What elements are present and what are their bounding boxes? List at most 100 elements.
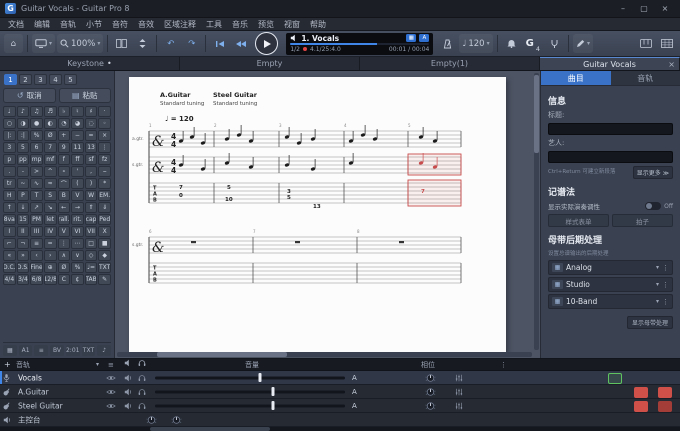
letter-view-badge[interactable]: A: [419, 34, 429, 42]
palette-symbol[interactable]: ◌: [85, 118, 98, 129]
track-row[interactable]: A.GuitarA: [0, 385, 680, 399]
palette-symbol[interactable]: EM.: [98, 190, 111, 201]
show-mastering-button[interactable]: 显示母带处理: [627, 316, 673, 329]
palette-symbol[interactable]: ⋮: [98, 142, 111, 153]
mixer-scroll-thumb[interactable]: [150, 427, 270, 431]
palette-symbol[interactable]: ↘: [44, 202, 57, 213]
redo-button[interactable]: ↷: [182, 34, 201, 53]
score-canvas[interactable]: A.GuitarStandard tuningSteel GuitarStand…: [129, 77, 506, 352]
mute-speaker-icon[interactable]: [124, 402, 132, 410]
palette-symbol[interactable]: fz: [98, 154, 111, 165]
more-options-icon[interactable]: ⋮: [662, 281, 669, 289]
voice-button[interactable]: 1: [4, 74, 17, 85]
palette-symbol[interactable]: ○: [3, 118, 16, 129]
palette-symbol[interactable]: ⌐: [3, 238, 16, 249]
list-icon[interactable]: ≡: [108, 359, 114, 371]
more-options-icon[interactable]: ⋮: [662, 264, 669, 272]
palette-symbol[interactable]: TXT: [98, 262, 111, 273]
palette-symbol[interactable]: □: [85, 238, 98, 249]
pan-knob[interactable]: [424, 372, 437, 383]
master-knob-1[interactable]: [145, 414, 158, 425]
play-button[interactable]: [255, 32, 278, 55]
mastering-preset-row[interactable]: ▦Studio▾⋮: [548, 277, 673, 292]
title-input[interactable]: [548, 123, 673, 135]
palette-symbol[interactable]: D.S.: [17, 262, 30, 273]
edit-mode-button[interactable]: ▾: [573, 34, 593, 53]
palette-symbol[interactable]: *: [98, 178, 111, 189]
palette-symbol[interactable]: 8va: [3, 214, 16, 225]
palette-symbol[interactable]: ): [85, 178, 98, 189]
palette-tab[interactable]: A1: [19, 345, 33, 356]
chevron-down-icon[interactable]: ▾: [656, 264, 659, 271]
score-horizontal-scrollbar[interactable]: [117, 352, 532, 357]
palette-symbol[interactable]: ↗: [30, 202, 43, 213]
beats-button[interactable]: 拍子: [612, 214, 673, 227]
palette-symbol[interactable]: ›: [44, 250, 57, 261]
palette-tab[interactable]: ▦: [3, 345, 17, 356]
menu-item[interactable]: 音轨: [55, 18, 81, 31]
palette-symbol[interactable]: ~: [17, 178, 30, 189]
palette-symbol[interactable]: ↓: [17, 202, 30, 213]
palette-symbol[interactable]: 12/8: [44, 274, 57, 285]
palette-symbol[interactable]: II: [17, 226, 30, 237]
mixer-scrollbar[interactable]: [0, 427, 680, 431]
palette-symbol[interactable]: ◐: [44, 118, 57, 129]
palette-symbol[interactable]: ♩=: [85, 262, 98, 273]
scroll-direction-button[interactable]: [133, 34, 152, 53]
palette-symbol[interactable]: ◦: [98, 118, 111, 129]
palette-symbol[interactable]: .: [3, 166, 16, 177]
palette-symbol[interactable]: sf: [85, 154, 98, 165]
page-layout-button[interactable]: [112, 34, 131, 53]
automation-badge[interactable]: A: [352, 374, 357, 382]
palette-symbol[interactable]: ♬: [44, 106, 57, 117]
palette-symbol[interactable]: ‹: [30, 250, 43, 261]
vertical-scroll-thumb[interactable]: [534, 75, 539, 153]
palette-symbol[interactable]: ⊕: [44, 262, 57, 273]
palette-symbol[interactable]: =: [44, 238, 57, 249]
volume-slider-handle[interactable]: [271, 387, 274, 396]
palette-symbol[interactable]: ←: [58, 202, 71, 213]
palette-symbol[interactable]: 7: [44, 142, 57, 153]
palette-symbol[interactable]: 15: [17, 214, 30, 225]
palette-symbol[interactable]: V: [71, 190, 84, 201]
palette-tab[interactable]: ♪: [97, 345, 111, 356]
palette-symbol[interactable]: ↑: [3, 202, 16, 213]
menu-item[interactable]: 音效: [133, 18, 159, 31]
artist-input[interactable]: [548, 151, 673, 163]
palette-symbol[interactable]: ,: [85, 166, 98, 177]
palette-symbol[interactable]: pp: [17, 154, 30, 165]
score-vertical-scrollbar[interactable]: [534, 73, 539, 350]
palette-symbol[interactable]: ⋯: [71, 238, 84, 249]
palette-symbol[interactable]: :|: [17, 130, 30, 141]
palette-symbol[interactable]: «: [3, 250, 16, 261]
automation-badge[interactable]: A: [352, 402, 357, 410]
paste-button[interactable]: ▤ 粘贴: [59, 88, 112, 103]
palette-symbol[interactable]: ◆: [98, 250, 111, 261]
close-button[interactable]: ×: [655, 2, 675, 16]
maximize-button[interactable]: ▢: [634, 2, 654, 16]
automation-badge[interactable]: A: [352, 388, 357, 396]
palette-symbol[interactable]: VI: [71, 226, 84, 237]
palette-symbol[interactable]: D.C.: [3, 262, 16, 273]
stylesheet-button[interactable]: 样式表单: [548, 214, 609, 227]
score-tab[interactable]: Empty: [180, 57, 360, 70]
close-tab-icon[interactable]: ×: [668, 60, 675, 69]
palette-symbol[interactable]: let: [44, 214, 57, 225]
palette-tab[interactable]: BV: [50, 345, 64, 356]
palette-symbol[interactable]: ■: [98, 238, 111, 249]
palette-symbol[interactable]: ∧: [58, 250, 71, 261]
palette-tab[interactable]: ≡: [34, 345, 48, 356]
palette-symbol[interactable]: ∿: [30, 178, 43, 189]
master-knob-2[interactable]: [170, 414, 183, 425]
score-tab[interactable]: Keystone•: [0, 57, 180, 70]
palette-symbol[interactable]: H: [3, 190, 16, 201]
eq-icon[interactable]: [455, 402, 463, 410]
palette-symbol[interactable]: ✎: [98, 274, 111, 285]
palette-symbol[interactable]: P: [17, 190, 30, 201]
palette-symbol[interactable]: V: [58, 226, 71, 237]
menu-item[interactable]: 区域注释: [159, 18, 201, 31]
palette-symbol[interactable]: >: [30, 166, 43, 177]
palette-symbol[interactable]: ◔: [58, 118, 71, 129]
palette-symbol[interactable]: ◕: [71, 118, 84, 129]
solo-headphones-icon[interactable]: [138, 374, 146, 382]
